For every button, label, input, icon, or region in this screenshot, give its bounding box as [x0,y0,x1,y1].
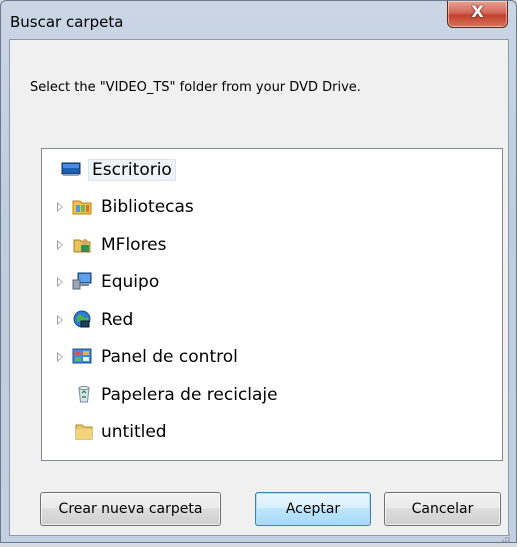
window-title: Buscar carpeta [10,13,124,31]
expand-arrow-icon[interactable] [57,352,63,362]
tree-item-papelera-de-reciclaje[interactable]: Papelera de reciclaje [42,382,482,408]
folder-tree[interactable]: Escritorio Bibliotecas MFlores Equipo Re… [41,148,503,461]
tree-item-label: Escritorio [88,159,176,181]
tree-item-label: untitled [101,422,167,442]
tree-item-label: MFlores [101,235,167,255]
computer-icon [72,271,92,291]
tree-item-bibliotecas[interactable]: Bibliotecas [42,194,482,220]
close-icon: X [471,2,484,21]
tree-item-label: Papelera de reciclaje [101,385,278,405]
tree-item-label: Red [101,310,134,330]
ok-button[interactable]: Aceptar [255,492,371,526]
tree-item-escritorio[interactable]: Escritorio [42,157,482,183]
expand-arrow-icon[interactable] [57,315,63,325]
tree-item-untitled[interactable]: untitled [42,419,482,445]
resize-grip-icon[interactable] [501,528,511,542]
dialog-window: Buscar carpeta X Select the "VIDEO_TS" f… [0,0,517,543]
desktop-icon [61,159,81,179]
tree-item-label: Panel de control [101,347,238,367]
close-button[interactable]: X [447,1,508,28]
network-icon [72,309,92,329]
tree-item-label: Bibliotecas [101,197,194,217]
instructions-text: Select the "VIDEO_TS" folder from your D… [30,80,361,95]
libraries-icon [72,196,92,216]
folder-icon [74,421,94,441]
title-bar[interactable]: Buscar carpeta X [1,1,516,39]
new-folder-button[interactable]: Crear nueva carpeta [40,492,221,526]
tree-item-equipo[interactable]: Equipo [42,269,482,295]
user-folder-icon [72,234,92,254]
recycle-bin-icon [74,384,94,404]
tree-item-label: Equipo [101,272,160,292]
expand-arrow-icon[interactable] [57,202,63,212]
tree-item-panel-de-control[interactable]: Panel de control [42,344,482,370]
expand-arrow-icon[interactable] [57,240,63,250]
expand-arrow-icon[interactable] [57,277,63,287]
tree-item-mflores[interactable]: MFlores [42,232,482,258]
cancel-button[interactable]: Cancelar [384,492,501,526]
control-panel-icon [72,346,92,366]
tree-item-red[interactable]: Red [42,307,482,333]
